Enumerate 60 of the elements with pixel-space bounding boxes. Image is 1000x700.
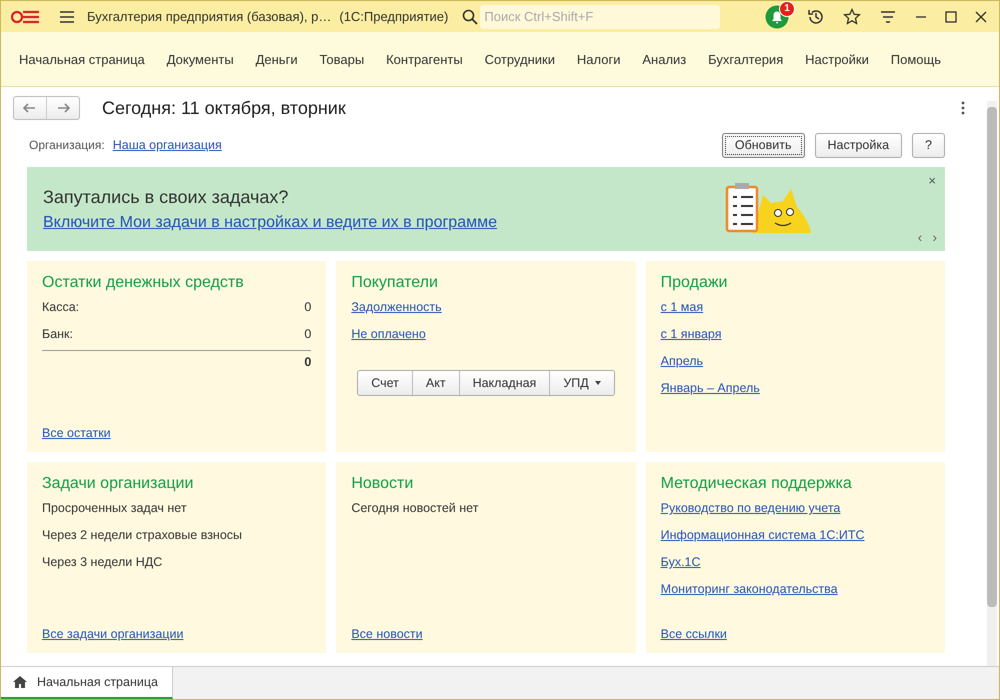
menu-item[interactable]: Налоги <box>576 52 620 66</box>
organization-link[interactable]: Наша организация <box>112 138 222 152</box>
panel-link[interactable]: Руководство по ведению учета <box>660 501 840 515</box>
window-title: Бухгалтерия предприятия (базовая), р… <box>87 9 332 24</box>
menu-item[interactable]: Деньги <box>256 52 298 66</box>
document-button[interactable]: Счет <box>358 371 413 395</box>
help-button[interactable]: ? <box>912 132 945 158</box>
search-field[interactable]: Поиск Ctrl+Shift+F <box>480 4 720 28</box>
organization-label: Организация: <box>29 138 105 152</box>
banner-close-button[interactable]: × <box>928 173 936 188</box>
panel-footer-link[interactable]: Все новости <box>351 627 423 641</box>
menu-item[interactable]: Документы <box>166 52 234 66</box>
panel-title: Продажи <box>660 274 728 292</box>
settings-button[interactable]: Настройка <box>814 132 902 158</box>
panel-link[interactable]: Не оплачено <box>351 327 426 341</box>
menu-item[interactable]: Начальная страница <box>19 52 145 66</box>
menu-item[interactable]: Бухгалтерия <box>708 52 784 66</box>
balance-label: Банк: <box>42 327 73 341</box>
panel-link[interactable]: Апрель <box>660 354 704 368</box>
panel-footer-link[interactable]: Все задачи организации <box>42 627 184 641</box>
menu-item[interactable]: Настройки <box>805 52 869 66</box>
balance-label: Касса: <box>42 300 80 314</box>
panel-title: Покупатели <box>351 274 439 292</box>
banner-heading: Запутались в своих задачах? <box>43 186 290 208</box>
notification-badge: 1 <box>779 1 795 16</box>
panel-footer-link[interactable]: Все ссылки <box>660 627 727 641</box>
panel-footer-link[interactable]: Все остатки <box>42 426 111 440</box>
panel-text: Сегодня новостей нет <box>351 501 478 515</box>
menu-item[interactable]: Анализ <box>642 52 686 66</box>
balance-value: 0 <box>304 327 312 341</box>
panel-link[interactable]: Информационная система 1С:ИТС <box>660 528 865 542</box>
menu-item[interactable]: Помощь <box>890 52 941 66</box>
document-button[interactable]: Акт <box>412 371 460 395</box>
balance-value: 0 <box>304 300 312 314</box>
banner-link[interactable]: Включите Мои задачи в настройках и ведите их в программе <box>43 214 723 232</box>
panel-title: Остатки денежных средств <box>42 274 245 292</box>
open-tab[interactable]: Начальная страница <box>1 667 173 699</box>
panel-link[interactable]: с 1 января <box>660 327 722 341</box>
panel-text: Просроченных задач нет <box>42 501 187 515</box>
menu-item[interactable]: Товары <box>319 52 364 66</box>
next-button[interactable]: › <box>932 229 937 245</box>
panel-link[interactable]: с 1 мая <box>660 300 704 314</box>
panel-link[interactable]: Бух.1С <box>660 555 701 569</box>
document-button[interactable]: Накладная <box>460 371 550 395</box>
balance-total: 0 <box>304 355 312 369</box>
page-title: Сегодня: 11 октября, вторник <box>102 98 346 118</box>
document-button[interactable]: УПД <box>550 371 614 395</box>
previous-button[interactable]: ‹ <box>918 229 922 245</box>
panel-title: Методическая поддержка <box>660 475 853 493</box>
panel-title: Задачи организации <box>42 475 194 493</box>
menu-item[interactable]: Контрагенты <box>386 52 463 66</box>
app-name: (1С:Предприятие) <box>339 9 448 24</box>
panel-link[interactable]: Январь – Апрель <box>660 381 760 395</box>
panel-link[interactable]: Задолженность <box>351 300 442 314</box>
panel-text: Через 3 недели НДС <box>42 555 162 569</box>
panel-link[interactable]: Мониторинг законодательства <box>660 582 838 596</box>
refresh-button[interactable]: Обновить <box>722 132 804 158</box>
panel-text: Через 2 недели страховые взносы <box>42 528 242 542</box>
menu-item[interactable]: Сотрудники <box>484 52 555 66</box>
panel-title: Новости <box>351 475 414 493</box>
